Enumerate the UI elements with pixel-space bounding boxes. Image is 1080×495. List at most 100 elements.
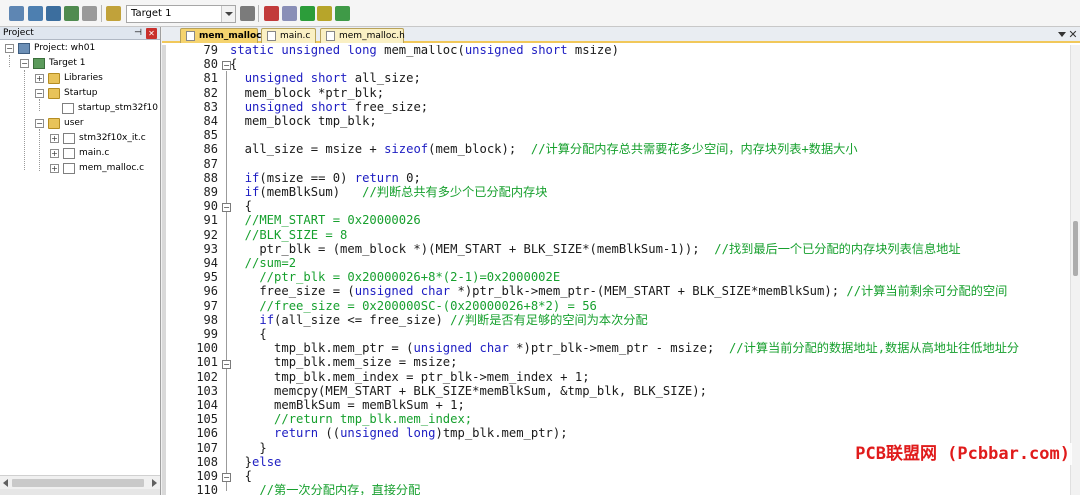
expand-icon[interactable]: + bbox=[50, 164, 59, 173]
code-text: all_size; bbox=[354, 71, 421, 86]
tab-main-c[interactable]: main.c bbox=[261, 28, 316, 43]
code-comment: //return tmp_blk.mem_index; bbox=[230, 412, 473, 427]
tree-item-label: user bbox=[64, 118, 84, 128]
scroll-right-icon[interactable] bbox=[152, 479, 157, 487]
select-packs-icon[interactable] bbox=[317, 6, 332, 21]
collapse-icon[interactable]: − bbox=[35, 119, 44, 128]
tab-label: mem_malloc.h bbox=[339, 31, 405, 41]
scroll-left-icon[interactable] bbox=[3, 479, 8, 487]
file-icon bbox=[63, 148, 75, 159]
tree-item-label: mem_malloc.c bbox=[79, 163, 145, 173]
code-keyword: long bbox=[406, 426, 436, 441]
code-line: }else bbox=[230, 454, 282, 469]
code-line: return ((unsigned long)tmp_blk.mem_ptr); bbox=[230, 426, 568, 440]
build-icon[interactable] bbox=[28, 6, 43, 21]
target-select[interactable]: Target 1 bbox=[126, 5, 236, 23]
chevron-down-icon[interactable] bbox=[221, 6, 235, 22]
line-number: 89 bbox=[203, 185, 218, 199]
line-number: 88 bbox=[203, 170, 218, 185]
line-number: 85 bbox=[203, 128, 218, 143]
chevron-down-icon[interactable] bbox=[1058, 32, 1066, 37]
code-editor[interactable]: static unsigned long mem_malloc(unsigned… bbox=[230, 45, 1070, 495]
tab-mem-malloc-c[interactable]: mem_malloc.c bbox=[180, 28, 270, 43]
tree-item-project[interactable]: − Project: wh01 bbox=[5, 41, 155, 56]
batch-build-icon[interactable] bbox=[64, 6, 79, 21]
tree-item-stm32f10x-it[interactable]: + stm32f10x_it.c bbox=[50, 131, 158, 146]
collapse-icon[interactable]: − bbox=[20, 59, 29, 68]
code-line: unsigned short all_size; bbox=[230, 71, 421, 85]
code-text: tmp_blk.mem_index = ptr_blk->mem_index +… bbox=[230, 369, 590, 384]
toolbar-separator bbox=[101, 5, 102, 22]
project-panel-title: Project bbox=[3, 28, 34, 38]
line-number: 92 bbox=[203, 227, 218, 242]
options-for-target-icon[interactable] bbox=[240, 6, 255, 21]
line-number: 109 bbox=[196, 469, 218, 483]
run-time-environment-icon[interactable] bbox=[335, 6, 350, 21]
code-line: mem_block tmp_blk; bbox=[230, 114, 377, 128]
expand-icon[interactable]: + bbox=[50, 134, 59, 143]
line-number: 81 bbox=[203, 71, 218, 86]
code-comment: //sum=2 bbox=[230, 256, 297, 270]
code-line: unsigned short free_size; bbox=[230, 100, 428, 114]
code-line: all_size = msize + sizeof(mem_block); //… bbox=[230, 142, 858, 156]
file-extensions-icon[interactable] bbox=[282, 6, 297, 21]
scroll-thumb[interactable] bbox=[12, 479, 144, 487]
line-number: 79 bbox=[203, 43, 218, 57]
tree-line bbox=[39, 129, 40, 171]
tree-item-libraries[interactable]: + Libraries bbox=[35, 71, 155, 86]
code-line: { bbox=[230, 327, 266, 341]
tree-item-user[interactable]: − user bbox=[35, 116, 155, 131]
code-line: tmp_blk.mem_index = ptr_blk->mem_index +… bbox=[230, 370, 590, 384]
code-keyword: long bbox=[347, 45, 385, 57]
expand-icon[interactable]: + bbox=[50, 149, 59, 158]
code-comment: //第一次分配内存，直接分配 bbox=[230, 483, 421, 495]
scroll-thumb[interactable] bbox=[1073, 221, 1078, 276]
code-text: msize) bbox=[574, 45, 619, 57]
pin-icon[interactable]: ⊣ bbox=[133, 28, 143, 38]
file-icon bbox=[63, 133, 75, 144]
toolbar-separator bbox=[258, 5, 259, 22]
manage-components-icon[interactable] bbox=[264, 6, 279, 21]
code-comment: //ptr_blk = 0x20000026+8*(2-1)=0x2000002… bbox=[230, 270, 561, 285]
line-number: 102 bbox=[196, 369, 218, 384]
project-panel: Project ⊣ ✕ − Project: wh01 − Target 1 +… bbox=[0, 27, 161, 495]
line-number: 90 bbox=[203, 199, 218, 214]
vertical-scrollbar[interactable] bbox=[1070, 45, 1080, 495]
stop-build-icon[interactable] bbox=[82, 6, 97, 21]
code-keyword: short bbox=[310, 99, 355, 114]
line-number: 95 bbox=[203, 270, 218, 285]
tree-item-startup-file[interactable]: startup_stm32f10x_m bbox=[50, 101, 158, 116]
file-icon bbox=[62, 103, 74, 114]
tab-mem-malloc-h[interactable]: mem_malloc.h bbox=[320, 28, 405, 43]
translate-icon[interactable] bbox=[9, 6, 24, 21]
line-number: 83 bbox=[203, 99, 218, 114]
code-text: { bbox=[230, 199, 253, 214]
tree-item-target[interactable]: − Target 1 bbox=[20, 56, 155, 71]
collapse-icon[interactable]: − bbox=[35, 89, 44, 98]
line-number: 100 bbox=[196, 341, 218, 356]
collapse-icon[interactable]: − bbox=[5, 44, 14, 53]
code-comment: //计算当前分配的数据地址,数据从高地址往低地址分 bbox=[728, 341, 1020, 356]
tree-item-mem-malloc-c[interactable]: + mem_malloc.c bbox=[50, 161, 158, 176]
pack-installer-icon[interactable] bbox=[300, 6, 315, 21]
tree-item-label: Startup bbox=[64, 88, 98, 98]
horizontal-scrollbar[interactable] bbox=[0, 475, 160, 489]
tree-item-startup[interactable]: − Startup bbox=[35, 86, 155, 101]
close-icon[interactable]: ✕ bbox=[146, 28, 157, 39]
line-number: 93 bbox=[203, 241, 218, 256]
tree-item-label: main.c bbox=[79, 148, 110, 158]
code-line: //free_size = 0x200000SC-(0x20000026+8*2… bbox=[230, 299, 597, 313]
code-keyword: else bbox=[252, 454, 282, 469]
expand-icon[interactable]: + bbox=[35, 74, 44, 83]
code-line: mem_block *ptr_blk; bbox=[230, 86, 384, 100]
rebuild-icon[interactable] bbox=[46, 6, 61, 21]
tree-item-main-c[interactable]: + main.c bbox=[50, 146, 158, 161]
project-icon bbox=[18, 43, 30, 54]
code-text: (all_size <= free_size) bbox=[274, 312, 451, 327]
line-number-gutter: 79 80 81 82 83 84 85 86 87 88 89 90 91 92 93 94 95 96 97 98… bbox=[166, 43, 222, 495]
download-icon[interactable] bbox=[106, 6, 121, 21]
code-keyword: unsigned bbox=[354, 284, 421, 299]
close-icon[interactable]: ✕ bbox=[1068, 28, 1078, 42]
line-number: 82 bbox=[203, 85, 218, 100]
